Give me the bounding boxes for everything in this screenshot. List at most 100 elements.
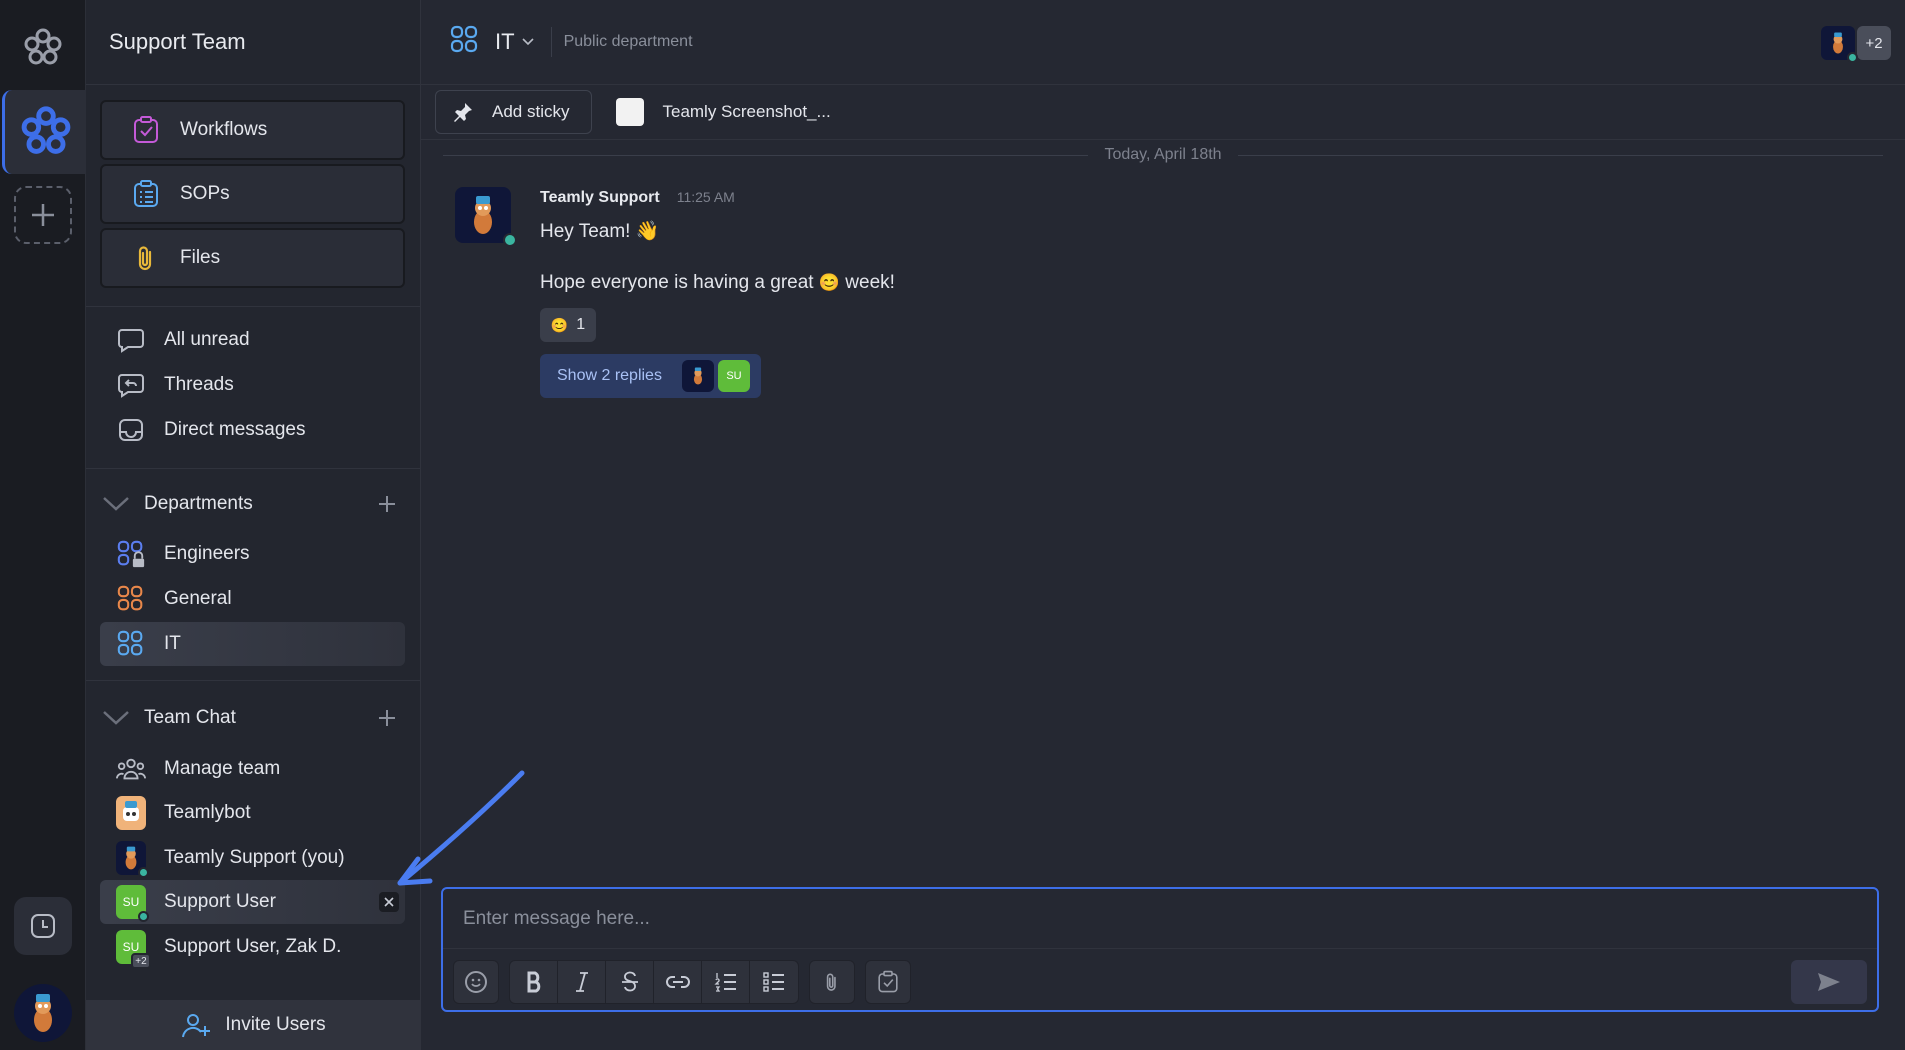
message-body: Teamly Support 11:25 AM Hey Team! 👋 Hope… xyxy=(540,189,1340,398)
stickies-bar: Add sticky Teamly Screenshot_... xyxy=(421,85,1905,140)
department-icon xyxy=(116,629,146,659)
reaction-chip[interactable]: 😊 1 xyxy=(540,308,596,342)
nav-label: All unread xyxy=(164,329,250,350)
numbered-list-icon[interactable] xyxy=(702,961,750,1003)
online-status-dot xyxy=(503,233,517,247)
members-more-badge[interactable]: +2 xyxy=(1857,26,1891,60)
message-composer xyxy=(441,887,1879,1012)
message-text: Hope everyone is having a great 😊 week! xyxy=(540,272,1340,294)
channel-description: Public department xyxy=(563,33,693,50)
send-button[interactable] xyxy=(1791,960,1867,1004)
bold-icon[interactable] xyxy=(510,961,558,1003)
message-text: Hey Team! 👋 xyxy=(540,221,660,242)
formatting-toolbar xyxy=(453,960,921,1004)
sticky-file-tab[interactable]: Teamly Screenshot_... xyxy=(616,98,831,126)
bullet-list-icon[interactable] xyxy=(750,961,798,1003)
message-author[interactable]: Teamly Support xyxy=(540,189,660,207)
add-sticky-button[interactable]: Add sticky xyxy=(435,90,593,134)
add-user-icon xyxy=(181,1011,211,1039)
sidebar: Support Team Workflows SOPs Files All un… xyxy=(86,0,421,1050)
departments-section-header[interactable]: Departments xyxy=(100,484,405,524)
avatar-initials: SU xyxy=(122,895,140,909)
send-icon xyxy=(1816,971,1842,993)
invite-label: Invite Users xyxy=(225,1014,326,1035)
chevron-down-icon[interactable] xyxy=(100,488,132,520)
workflows-button[interactable]: Workflows xyxy=(100,100,405,160)
teamlybot-avatar xyxy=(116,796,146,830)
task-group xyxy=(865,960,911,1004)
support-user-avatar: SU xyxy=(116,885,149,922)
avatar: SU xyxy=(116,885,149,922)
show-replies-button[interactable]: Show 2 replies SU xyxy=(540,354,761,398)
department-label: Engineers xyxy=(164,543,250,564)
avatar[interactable] xyxy=(455,187,517,247)
chevron-down-icon[interactable] xyxy=(100,702,132,734)
sops-label: SOPs xyxy=(180,183,230,204)
department-it[interactable]: IT xyxy=(100,622,405,666)
sops-icon xyxy=(130,178,162,210)
workspace-support-team[interactable] xyxy=(2,90,86,174)
chat-manage-team[interactable]: Manage team xyxy=(100,747,405,791)
avatar xyxy=(116,841,149,878)
divider xyxy=(86,306,421,307)
department-general[interactable]: General xyxy=(100,577,405,621)
chat-label: Teamly Support (you) xyxy=(164,847,345,868)
chat-teamlybot[interactable]: Teamlybot xyxy=(100,791,405,835)
add-sticky-label: Add sticky xyxy=(492,102,570,121)
department-icon xyxy=(449,24,481,61)
department-icon xyxy=(116,584,146,614)
add-workspace-button[interactable] xyxy=(14,186,72,244)
file-tab-label: Teamly Screenshot_... xyxy=(662,102,831,121)
smile-emoji-icon: 😊 xyxy=(818,273,841,292)
nav-direct-messages[interactable]: Direct messages xyxy=(100,408,405,452)
message-text-part: week! xyxy=(845,272,895,293)
channel-header: IT Public department +2 xyxy=(421,0,1905,85)
emoji-icon[interactable] xyxy=(454,961,498,1003)
link-icon[interactable] xyxy=(654,961,702,1003)
online-status-dot xyxy=(1847,52,1858,63)
department-engineers[interactable]: Engineers xyxy=(100,532,405,576)
paperclip-icon[interactable] xyxy=(810,961,854,1003)
chat-label: Teamlybot xyxy=(164,802,251,823)
sops-button[interactable]: SOPs xyxy=(100,164,405,224)
clock-icon[interactable] xyxy=(14,897,72,955)
nav-all-unread[interactable]: All unread xyxy=(100,318,405,362)
italic-icon[interactable] xyxy=(558,961,606,1003)
strikethrough-icon[interactable] xyxy=(606,961,654,1003)
divider xyxy=(86,680,421,681)
nav-label: Threads xyxy=(164,374,234,395)
paperclip-icon xyxy=(130,242,162,274)
team-chat-section-header[interactable]: Team Chat xyxy=(100,698,405,738)
reaction-count: 1 xyxy=(576,316,586,333)
chat-bubble-icon xyxy=(116,325,146,355)
chat-label: Support User, Zak D. xyxy=(164,936,342,957)
channel-title[interactable]: IT xyxy=(495,29,515,55)
online-status-dot xyxy=(138,867,149,878)
chat-teamly-support[interactable]: Teamly Support (you) xyxy=(100,836,405,880)
department-label: General xyxy=(164,588,232,609)
channel-members[interactable]: +2 xyxy=(1821,26,1891,63)
chat-support-user-zak[interactable]: SU +2 Support User, Zak D. xyxy=(100,925,405,969)
chat-label: Manage team xyxy=(164,758,281,779)
message-header: Teamly Support 11:25 AM xyxy=(540,189,1340,207)
add-chat-icon[interactable] xyxy=(373,704,401,732)
chat-label: Support User xyxy=(164,891,276,912)
chevron-down-icon[interactable] xyxy=(521,37,535,47)
close-icon[interactable] xyxy=(379,892,399,912)
files-button[interactable]: Files xyxy=(100,228,405,288)
chat-support-user[interactable]: SU Support User xyxy=(100,880,405,924)
add-department-icon[interactable] xyxy=(373,490,401,518)
nav-threads[interactable]: Threads xyxy=(100,363,405,407)
teamly-logo-icon[interactable] xyxy=(20,25,66,71)
workspace-title[interactable]: Support Team xyxy=(86,0,420,85)
group-avatar: SU +2 xyxy=(116,930,151,969)
department-locked-icon xyxy=(116,539,146,569)
avatar[interactable] xyxy=(1821,26,1858,63)
message-time: 11:25 AM xyxy=(676,189,735,205)
invite-users-button[interactable]: Invite Users xyxy=(86,1000,421,1050)
user-avatar[interactable] xyxy=(14,984,72,1042)
task-clipboard-icon[interactable] xyxy=(866,961,910,1003)
message-input[interactable] xyxy=(443,889,1877,949)
nav-label: Direct messages xyxy=(164,419,306,440)
divider xyxy=(550,27,552,57)
